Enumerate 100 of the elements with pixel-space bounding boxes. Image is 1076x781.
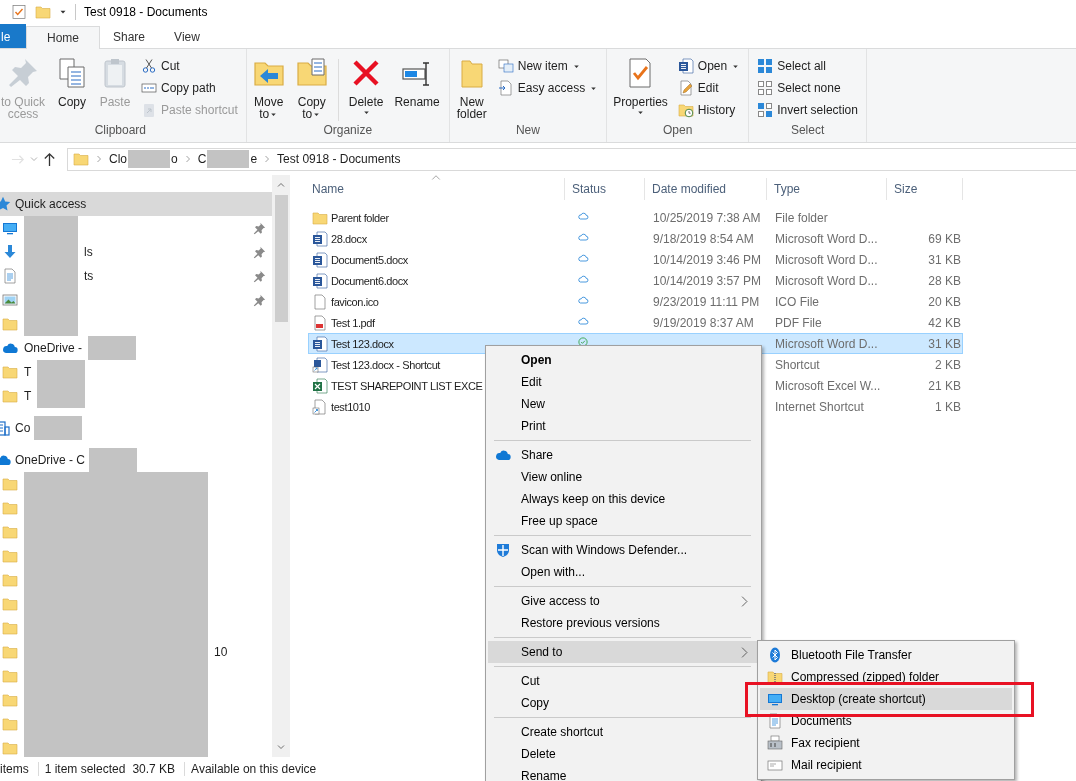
file-name: Document6.docx [331,274,408,287]
ribbon-button[interactable]: Copy [52,55,92,110]
ribbon-button[interactable]: Rename [390,55,444,110]
breadcrumb[interactable]: C [197,152,207,166]
nav-label: OneDrive - [24,341,82,355]
ribbon-button[interactable]: Open [674,55,744,77]
nav-label: T [24,365,32,379]
menu-item[interactable]: Share [488,444,759,466]
menu-item[interactable]: Mail recipient [760,754,1012,776]
size-text: 1 KB [935,399,961,414]
envelope-icon [767,757,783,773]
size-text: 31 KB [928,336,961,351]
nav-item[interactable]: OneDrive - C [0,448,272,472]
scrollbar[interactable] [272,175,290,757]
ribbon-button[interactable]: Select all [754,55,861,77]
ribbon-button[interactable]: New folder [454,55,492,122]
word-document-icon [312,335,328,352]
folder-icon [312,209,328,226]
nav-label: Co [15,421,31,435]
menu-item[interactable]: Print [488,415,759,437]
ribbon-tab[interactable]: Share [100,25,158,48]
nav-item[interactable]: ts [0,264,272,288]
breadcrumb[interactable]: Test 0918 - Documents [277,152,401,166]
menu-item[interactable]: Edit [488,371,759,393]
ribbon-button[interactable]: New item [494,55,602,77]
menu-item[interactable]: Open with... [488,561,759,583]
ribbon-button[interactable]: Copy path [138,77,241,99]
clock-folder-icon [677,102,694,118]
breadcrumb[interactable]: e [250,152,258,166]
menu-item[interactable]: Send to [488,641,759,663]
invert-selection-icon [757,102,774,118]
ribbon-tab[interactable]: le [0,24,26,48]
nav-item[interactable]: 10 [0,640,272,664]
column-header[interactable]: Date modified [645,178,767,200]
nav-label: T [24,389,32,403]
nav-item[interactable]: ls [0,240,272,264]
menu-item[interactable]: Free up space [488,510,759,532]
folder-icon [2,388,18,404]
path-field-icon [141,80,157,96]
breadcrumb[interactable]: o [171,152,178,166]
date-text: 9/18/2019 8:54 AM [653,231,754,246]
ribbon-button[interactable]: Properties [612,55,672,119]
menu-item[interactable]: Cut [488,670,759,692]
file-name: Parent folder [331,211,389,224]
menu-item[interactable]: View online [488,466,759,488]
breadcrumb[interactable]: Clo [109,152,127,166]
window-title: Test 0918 - Documents [84,5,208,19]
checked-page-icon[interactable] [11,4,27,20]
menu-item[interactable]: Copy [488,692,759,714]
menu-item[interactable]: Fax recipient [760,732,1012,754]
folder-icon[interactable] [35,4,51,20]
menu-item[interactable]: Create shortcut [488,721,759,743]
ribbon-button[interactable]: Copy to [291,55,332,122]
menu-item[interactable]: Rename [488,765,759,781]
selection-count: 1 item selected [44,761,126,776]
redaction-block [128,150,170,168]
chevron-right-icon [263,155,272,163]
folder-icon [73,151,89,167]
nav-item[interactable]: Quick access [0,192,272,216]
word-document-icon [312,230,328,247]
column-header[interactable]: Name [308,178,565,200]
ribbon-button[interactable]: Invert selection [754,99,861,121]
type-text: PDF File [775,315,822,330]
menu-item[interactable]: Give access to [488,590,759,612]
menu-item[interactable]: Desktop (create shortcut) [760,688,1012,710]
file-name: Test 123.docx - Shortcut [331,358,440,371]
size-text: 28 KB [928,273,961,288]
menu-item[interactable]: Scan with Windows Defender... [488,539,759,561]
bluetooth-icon [767,647,783,663]
ribbon-tab[interactable]: View [158,25,216,48]
ribbon-button[interactable]: Easy access [494,77,602,99]
ribbon-button[interactable]: Select none [754,77,861,99]
folder-icon [2,500,18,516]
nav-item[interactable]: OneDrive - [0,336,272,360]
monitor-icon [767,691,783,707]
ribbon-button[interactable]: Edit [674,77,744,99]
column-header[interactable]: Status [565,178,645,200]
nav-item[interactable]: Co [0,416,272,440]
nav-item[interactable]: T [0,360,272,384]
menu-item[interactable]: Delete [488,743,759,765]
fax-icon [767,735,783,751]
menu-item[interactable]: Bluetooth File Transfer [760,644,1012,666]
scrollbar-thumb[interactable] [274,195,288,322]
easy-access-icon [497,80,514,96]
ribbon-button[interactable]: Move to [251,55,289,122]
menu-item[interactable]: Always keep on this device [488,488,759,510]
nav-item[interactable]: T [0,384,272,408]
ribbon-button[interactable]: Delete [344,55,388,119]
ribbon-button[interactable]: History [674,99,744,121]
menu-item[interactable]: Documents [760,710,1012,732]
column-header[interactable]: Type [767,178,887,200]
ribbon-tab[interactable]: Home [26,26,100,49]
pdf-page-icon [312,314,328,331]
type-text: Shortcut [775,357,820,372]
column-header[interactable]: Size [887,178,963,200]
address-field[interactable]: Clo o C e Test 0918 - Documents [67,147,1076,171]
type-text: ICO File [775,294,819,309]
menu-item[interactable]: New [488,393,759,415]
menu-item[interactable]: Restore previous versions [488,612,759,634]
ribbon-button[interactable]: Cut [138,55,241,77]
